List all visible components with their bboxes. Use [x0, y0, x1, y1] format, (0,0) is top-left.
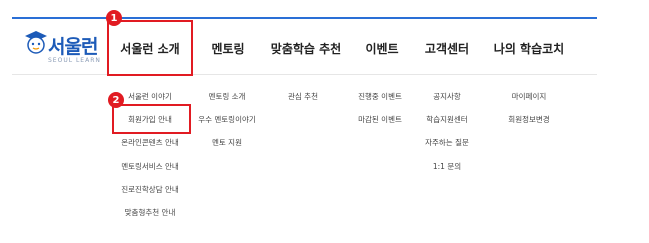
seoul-learn-logo[interactable]: 서울런 SEOUL LEARN [22, 27, 102, 67]
annotation-badge-1: 1 [106, 10, 122, 26]
nav-divider [12, 74, 597, 75]
nav-mentoring[interactable]: 멘토링 [198, 33, 258, 63]
submenu-item[interactable]: 우수 멘토링이야기 [182, 114, 272, 125]
submenu-item[interactable]: 공지사항 [402, 91, 492, 102]
submenu-item[interactable]: 1:1 문의 [402, 161, 492, 172]
submenu-item[interactable]: 마이페이지 [484, 91, 574, 102]
nav-my-learning-coach[interactable]: 나의 학습코치 [487, 33, 571, 63]
nav-customer-center[interactable]: 고객센터 [415, 33, 479, 63]
mascot-icon [25, 31, 47, 54]
submenu-item[interactable]: 자주하는 질문 [402, 137, 492, 148]
logo-subtext: SEOUL LEARN [48, 57, 101, 64]
submenu-item[interactable]: 회원정보변경 [484, 114, 574, 125]
annotation-badge-2: 2 [108, 92, 124, 108]
submenu-item[interactable]: 진로진학상담 안내 [105, 184, 195, 195]
submenu-item[interactable]: 학습지원센터 [402, 114, 492, 125]
highlight-box-signup [112, 104, 191, 134]
submenu-item[interactable]: 멘토 지원 [182, 137, 272, 148]
logo-text: 서울런 [48, 36, 98, 58]
nav-custom-learning[interactable]: 맞춤학습 추천 [266, 33, 346, 63]
top-accent-line [12, 17, 597, 19]
submenu-item[interactable]: 맞춤형추천 안내 [105, 207, 195, 218]
nav-event[interactable]: 이벤트 [354, 33, 410, 63]
submenu-item[interactable]: 멘토링서비스 안내 [105, 161, 195, 172]
highlight-box-nav [107, 20, 193, 76]
